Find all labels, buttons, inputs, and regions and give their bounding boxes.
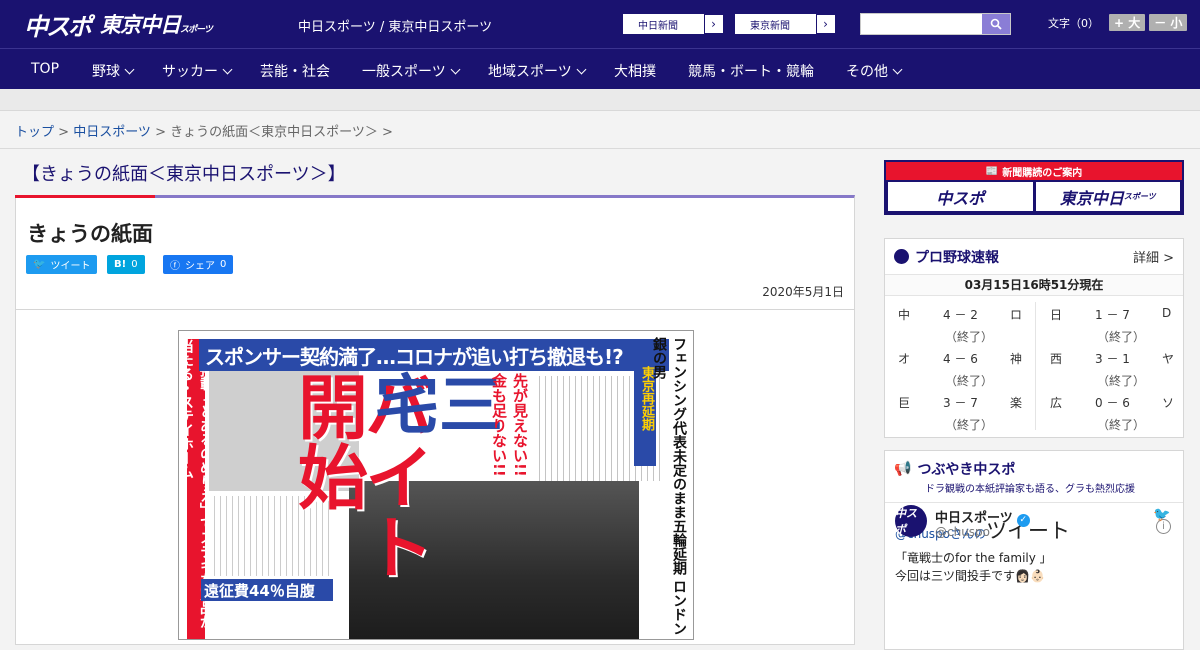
facebook-share-button[interactable]: ⓕ シェア 0: [163, 255, 234, 274]
tokyo-shimbun-link[interactable]: 東京新聞 ›: [734, 13, 836, 35]
chevron-right-icon: ›: [703, 14, 723, 34]
font-size-label: 文字（0）: [1048, 16, 1099, 30]
nav-top[interactable]: TOP: [31, 61, 59, 77]
subscription-banner[interactable]: 📰 新聞購読のご案内 中スポ 東京中日 スポーツ: [884, 160, 1184, 215]
nav-racing[interactable]: 競馬・ボート・競輪: [688, 61, 814, 81]
baseball-icon: [894, 249, 909, 264]
newspaper-icon: 📰: [985, 165, 999, 177]
logo-tokyo-chunichi: 東京中日スポーツ: [100, 13, 213, 37]
baseball-scores-widget: プロ野球速報 詳細 > 03月15日16時51分現在 中4 － 2 ロ（終了） 日…: [884, 238, 1184, 438]
tweet-handle[interactable]: @chuspo: [935, 525, 990, 539]
nav-soccer[interactable]: サッカー: [162, 61, 233, 81]
nav-other[interactable]: その他: [846, 61, 903, 81]
facebook-icon: ⓕ: [170, 261, 180, 272]
chevron-down-icon: [222, 64, 233, 75]
tweet-text-line: 今回は三ツ間投手です👩🏻👶🏻: [895, 569, 1045, 583]
search-button[interactable]: [982, 14, 1010, 34]
newspaper-big-blue-headline: 三宅: [364, 371, 502, 435]
score-grid: 中4 － 2 ロ（終了） 日1 － 7 D （終了） オ4 － 6 神（終了） 西3 －…: [885, 296, 1183, 434]
breadcrumb-current: きょうの紙面＜東京中日スポーツ＞ >: [170, 125, 393, 140]
tweet-text-line: 「竜戦士のfor the family 」: [895, 551, 1052, 565]
chevron-down-icon: [576, 64, 587, 75]
verified-badge-icon: ✓: [1016, 514, 1030, 527]
newspaper-blue-box: 遠征費44％自腹: [201, 579, 333, 601]
font-minus-button[interactable]: － 小: [1149, 14, 1188, 31]
hatena-button[interactable]: B! 0: [107, 255, 145, 274]
newspaper-right-column: フェンシング代表未定のまま五輪延期 ロンドン銀の男: [651, 337, 687, 636]
newspaper-sub-headline: 先が見えない!! 金も足りない!!: [490, 373, 529, 477]
chevron-down-icon: [450, 64, 461, 75]
font-size-control: 文字（0） + 大 － 小: [1048, 14, 1188, 31]
article-title: きょうの紙面: [27, 222, 153, 246]
baseball-scores-header: プロ野球速報 詳細 >: [885, 239, 1183, 274]
nav-general-sports[interactable]: 一般スポーツ: [362, 61, 461, 81]
nav-sumo[interactable]: 大相撲: [614, 61, 656, 81]
font-plus-button[interactable]: + 大: [1109, 14, 1146, 31]
tweet-button[interactable]: 🐦 ツイート: [26, 255, 98, 274]
subscription-banner-head: 📰 新聞購読のご案内: [886, 162, 1182, 180]
subscribe-chuspo-button[interactable]: 中スポ: [888, 182, 1033, 211]
nav-baseball[interactable]: 野球: [92, 61, 135, 81]
breadcrumb-top[interactable]: トップ: [15, 125, 54, 140]
search-icon: [990, 18, 1002, 30]
logo-chuspo: 中スポ: [24, 12, 92, 41]
twitter-icon: 🐦: [33, 259, 46, 270]
article-date: 2020年5月1日: [762, 285, 844, 299]
score-timestamp: 03月15日16時51分現在: [885, 274, 1183, 296]
nav-local-sports[interactable]: 地域スポーツ: [488, 61, 587, 81]
top-header: 中スポ 東京中日スポーツ 中日スポーツ / 東京中日スポーツ 中日新聞 › 東京…: [0, 0, 1200, 48]
subscription-buttons: 中スポ 東京中日 スポーツ: [886, 180, 1182, 213]
accent-bar: [15, 195, 155, 198]
chunichi-shimbun-link[interactable]: 中日新聞 ›: [622, 13, 724, 35]
breadcrumb: トップ > 中日スポーツ > きょうの紙面＜東京中日スポーツ＞ >: [0, 111, 1200, 149]
chevron-right-icon: ›: [815, 14, 835, 34]
article-card: きょうの紙面 🐦 ツイート B! 0 ⓕ シェア 0 2020年5月1日 5日掲載「とあ…: [15, 195, 855, 645]
divider: [16, 309, 854, 310]
page-heading: 【きょうの紙面＜東京中日スポーツ＞】: [22, 164, 346, 185]
main-nav: TOP 野球 サッカー 芸能・社会 一般スポーツ 地域スポーツ 大相撲 競馬・ボ…: [0, 48, 1200, 89]
newspaper-headline: スポンサー契約満了…コロナが追い打ち撤退も!?: [199, 339, 669, 371]
twitter-widget: 📢 つぶやき中スポ ドラ観戦の本紙評論家も語る、グラも熱烈応援 @chuspoさ…: [884, 450, 1184, 650]
newspaper-front-page-image[interactable]: 5日掲載「とあるのめりえ」でステキな賞品が当たる・ステイホーム スポンサー契約満…: [178, 330, 694, 640]
divider: [1035, 302, 1036, 430]
twitter-bird-icon[interactable]: 🐦: [1153, 507, 1170, 523]
site-logo[interactable]: 中スポ 東京中日スポーツ: [24, 8, 213, 41]
chevron-down-icon: [124, 64, 135, 75]
subscribe-tokyo-chunichi-button[interactable]: 東京中日 スポーツ: [1035, 182, 1180, 211]
avatar[interactable]: 中スポ: [895, 505, 927, 537]
tweet-user-name[interactable]: 中日スポーツ ✓: [935, 507, 1030, 527]
ad-strip: [0, 89, 1200, 111]
breadcrumb-chunichi[interactable]: 中日スポーツ: [73, 125, 151, 140]
chevron-down-icon: [892, 64, 903, 75]
search-input[interactable]: [860, 13, 1011, 35]
nav-entertainment[interactable]: 芸能・社会: [260, 61, 330, 81]
newspaper-yellow-label: 東京再延期: [634, 366, 656, 466]
baseball-details-link[interactable]: 詳細 >: [1133, 247, 1174, 266]
site-links[interactable]: 中日スポーツ / 東京中日スポーツ: [298, 16, 492, 35]
tweet-card[interactable]: 中スポ 中日スポーツ ✓ @chuspo 🐦 「竜戦士のfor the famil…: [885, 451, 1183, 583]
